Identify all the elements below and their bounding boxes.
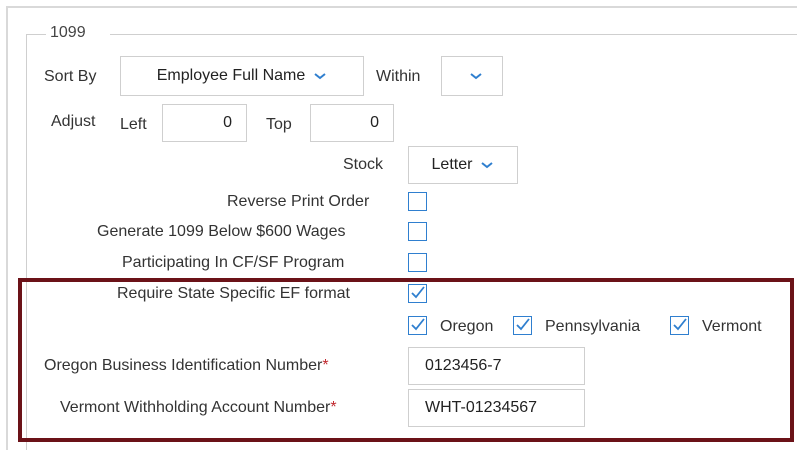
sort-by-label: Sort By [44,68,97,85]
checkmark-icon [673,318,687,331]
groupbox-legend: 1099 [50,24,86,41]
generate-below-label: Generate 1099 Below $600 Wages [97,223,346,240]
oregon-bin-label: Oregon Business Identification Number* [44,357,329,375]
window-left-border [6,6,8,450]
checkmark-icon [516,318,530,331]
checkmark-icon [411,286,425,299]
stock-label: Stock [343,156,384,173]
participating-checkbox[interactable] [408,253,427,272]
adjust-top-value: 0 [370,114,379,131]
state-oregon-label: Oregon [440,318,494,335]
reverse-print-label: Reverse Print Order [227,193,370,210]
vermont-wan-value: WHT-01234567 [425,399,538,416]
groupbox-border-left-segment [26,34,46,35]
required-marker: * [322,357,329,374]
within-select[interactable] [441,56,503,96]
required-marker: * [330,399,337,416]
chevron-down-icon [481,162,494,169]
stock-value: Letter [431,156,473,173]
participating-label: Participating In CF/SF Program [122,254,345,271]
reverse-print-checkbox[interactable] [408,192,427,211]
oregon-bin-value: 0123456-7 [425,357,502,374]
generate-below-checkbox[interactable] [408,222,427,241]
state-pennsylvania-label: Pennsylvania [545,318,641,335]
state-vermont-label: Vermont [702,318,762,335]
window-top-border [6,6,797,8]
state-pennsylvania-checkbox[interactable] [513,316,532,335]
groupbox-border-right-segment [110,34,797,35]
within-label: Within [376,68,421,85]
adjust-top-label: Top [266,116,292,133]
stock-select[interactable]: Letter [408,146,518,184]
vermont-wan-input[interactable]: WHT-01234567 [408,389,585,427]
chevron-down-icon [470,73,482,80]
sort-by-value: Employee Full Name [156,67,306,84]
adjust-left-label: Left [120,116,147,133]
oregon-bin-label-text: Oregon Business Identification Number [44,357,323,374]
sort-by-select[interactable]: Employee Full Name [120,56,364,96]
adjust-top-input[interactable]: 0 [310,104,394,142]
adjust-left-value: 0 [223,114,232,131]
require-state-label: Require State Specific EF format [117,285,350,302]
checkmark-icon [411,318,425,331]
adjust-label: Adjust [51,113,96,130]
chevron-down-icon [314,73,326,80]
vermont-wan-label-text: Vermont Withholding Account Number [60,399,331,416]
require-state-checkbox[interactable] [408,284,427,303]
adjust-left-input[interactable]: 0 [162,104,247,142]
vermont-wan-label: Vermont Withholding Account Number* [60,399,337,417]
state-oregon-checkbox[interactable] [408,316,427,335]
state-vermont-checkbox[interactable] [670,316,689,335]
oregon-bin-input[interactable]: 0123456-7 [408,347,585,385]
